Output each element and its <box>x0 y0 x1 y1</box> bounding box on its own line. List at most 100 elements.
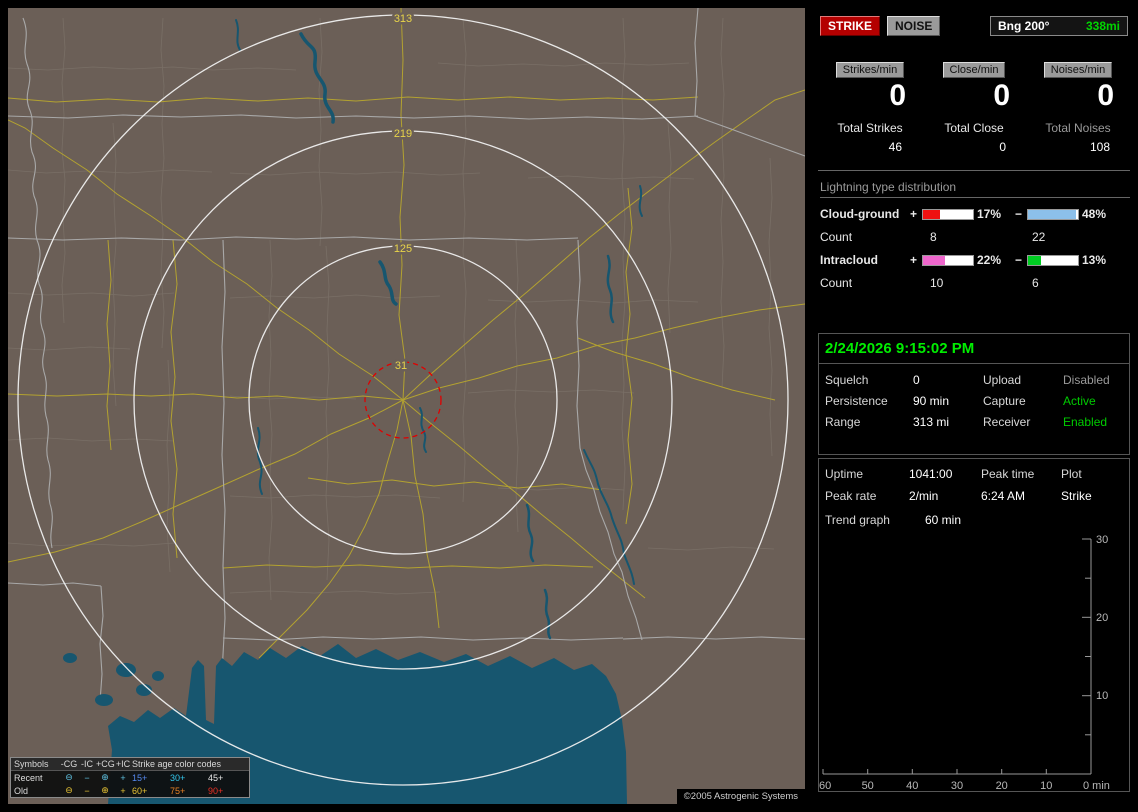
squelch-label: Squelch <box>825 373 869 387</box>
circle-plus-icon: ⊕ <box>101 772 109 782</box>
plus-icon: + <box>120 772 126 783</box>
bearing-distance: 338mi <box>1085 19 1120 33</box>
total-close-value: 0 <box>999 140 1006 154</box>
capture-status: Active <box>1063 394 1096 408</box>
cloud-ground-neg-bar <box>1027 208 1079 220</box>
status-panel: STRIKE NOISE Bng 200° 338mi Strikes/min … <box>818 10 1130 804</box>
x-tick-10: 10 <box>1040 780 1052 792</box>
statistics-section: Uptime 1041:00 Peak time Plot Peak rate … <box>818 458 1130 792</box>
noise-mode-button[interactable]: NOISE <box>887 16 941 36</box>
x-tick-20: 20 <box>996 780 1008 792</box>
range-label-219: 219 <box>394 128 412 140</box>
cloud-ground-row: Cloud-ground + 17% − 48% <box>818 207 1130 221</box>
cloud-ground-count-row: Count 8 22 <box>818 230 1130 244</box>
stats-grid: Uptime 1041:00 Peak time Plot Peak rate … <box>819 459 1129 503</box>
legend-col-neg-ic: -IC <box>81 759 93 769</box>
y-tick-10: 10 <box>1096 690 1108 702</box>
strikes-per-min-label: Strikes/min <box>835 62 905 78</box>
range-label-31: 31 <box>395 360 407 372</box>
cloud-ground-neg-count: 22 <box>1032 230 1046 244</box>
plot-value: Strike <box>1061 489 1092 503</box>
plus-icon: + <box>120 785 126 796</box>
status-grid: Squelch 0 Upload Disabled Persistence 90… <box>819 364 1129 438</box>
y-tick-30: 30 <box>1096 534 1108 546</box>
peak-rate-label: Peak rate <box>825 489 877 503</box>
map-canvas: 313 219 125 31 <box>8 8 805 804</box>
intracloud-label: Intracloud <box>820 253 879 267</box>
minus-icon: − <box>1014 253 1022 267</box>
intracloud-neg-bar <box>1027 254 1079 266</box>
circle-minus-icon: ⊖ <box>65 785 73 795</box>
receiver-status-section: 2/24/2026 9:15:02 PM Squelch 0 Upload Di… <box>818 333 1130 455</box>
x-tick-50: 50 <box>862 780 874 792</box>
intracloud-pos-count: 10 <box>930 276 944 290</box>
peak-time-label: Peak time <box>981 467 1035 481</box>
x-tick-30: 30 <box>951 780 963 792</box>
strikes-per-min-value: 0 <box>889 79 906 112</box>
legend-col-pos-ic: +IC <box>115 759 131 769</box>
legend-old-label: Old <box>14 785 29 796</box>
x-tick-40: 40 <box>906 780 918 792</box>
minus-icon: − <box>84 772 90 783</box>
bearing-readout: Bng 200° 338mi <box>990 16 1128 36</box>
minus-icon: − <box>84 785 90 796</box>
capture-label: Capture <box>983 394 1026 408</box>
close-per-min-value: 0 <box>993 79 1010 112</box>
legend-age-header: Strike age color codes <box>132 759 222 769</box>
age-15-label: 15+ <box>132 772 148 783</box>
y-tick-20: 20 <box>1096 612 1108 624</box>
counters-section: STRIKE NOISE Bng 200° 338mi Strikes/min … <box>818 10 1130 290</box>
age-30-label: 30+ <box>170 772 186 783</box>
copyright-notice: ©2005 Astrogenic Systems <box>676 789 805 804</box>
strike-mode-button[interactable]: STRIKE <box>820 16 881 36</box>
range-label: Range <box>825 415 861 429</box>
total-labels-row: Total Strikes Total Close Total Noises <box>818 121 1130 135</box>
cloud-ground-pos-count: 8 <box>930 230 937 244</box>
persistence-value: 90 min <box>913 394 950 408</box>
age-75-label: 75+ <box>170 785 186 796</box>
legend-col-neg-cg: -CG <box>60 759 78 769</box>
current-datetime: 2/24/2026 9:15:02 PM <box>819 334 1129 364</box>
intracloud-count-row: Count 10 6 <box>818 276 1130 290</box>
mode-toggle-row: STRIKE NOISE Bng 200° 338mi <box>820 16 1128 36</box>
bearing-label: Bng 200° <box>998 19 1050 33</box>
total-close-label: Total Close <box>944 121 1004 135</box>
distribution-title: Lightning type distribution <box>820 180 1130 198</box>
noises-per-min-label: Noises/min <box>1043 62 1113 78</box>
lightning-map[interactable]: 313 219 125 31 Symbols -CG -IC +CG +IC S… <box>8 8 805 804</box>
cloud-ground-pos-pct: 17% <box>977 207 1002 221</box>
total-strikes-value: 46 <box>888 140 902 154</box>
total-values-row: 46 0 108 <box>818 140 1130 154</box>
legend-header-row: Symbols -CG -IC +CG +IC Strike age color… <box>11 758 249 771</box>
range-label-125: 125 <box>394 243 412 255</box>
squelch-value: 0 <box>913 373 920 387</box>
minus-icon: − <box>1014 207 1022 221</box>
legend-symbols-header: Symbols <box>14 759 49 769</box>
noises-per-min-value: 0 <box>1097 79 1114 112</box>
uptime-value: 1041:00 <box>909 467 953 481</box>
age-90-label: 90+ <box>208 785 224 796</box>
plus-icon: + <box>909 253 917 267</box>
intracloud-neg-count: 6 <box>1032 276 1039 290</box>
plot-label: Plot <box>1061 467 1082 481</box>
count-label: Count <box>820 276 853 290</box>
intracloud-pos-pct: 22% <box>977 253 1002 267</box>
section-divider <box>818 170 1130 171</box>
age-45-label: 45+ <box>208 772 224 783</box>
cloud-ground-pos-bar <box>922 208 974 220</box>
plus-icon: + <box>909 207 917 221</box>
upload-label: Upload <box>983 373 1022 387</box>
cloud-ground-label: Cloud-ground <box>820 207 900 221</box>
intracloud-pos-bar <box>922 254 974 266</box>
intracloud-row: Intracloud + 22% − 13% <box>818 253 1130 267</box>
circle-plus-icon: ⊕ <box>101 785 109 795</box>
count-label: Count <box>820 230 853 244</box>
cloud-ground-neg-pct: 48% <box>1082 207 1107 221</box>
total-noises-value: 108 <box>1089 140 1110 154</box>
map-legend: Symbols -CG -IC +CG +IC Strike age color… <box>10 757 250 798</box>
peak-time-value: 6:24 AM <box>981 489 1026 503</box>
persistence-label: Persistence <box>825 394 888 408</box>
legend-recent-row: Recent ⊖ − ⊕ + 15+ 30+ 45+ <box>11 771 249 784</box>
total-strikes-label: Total Strikes <box>837 121 903 135</box>
rate-values-row: 0 0 0 <box>818 79 1130 113</box>
